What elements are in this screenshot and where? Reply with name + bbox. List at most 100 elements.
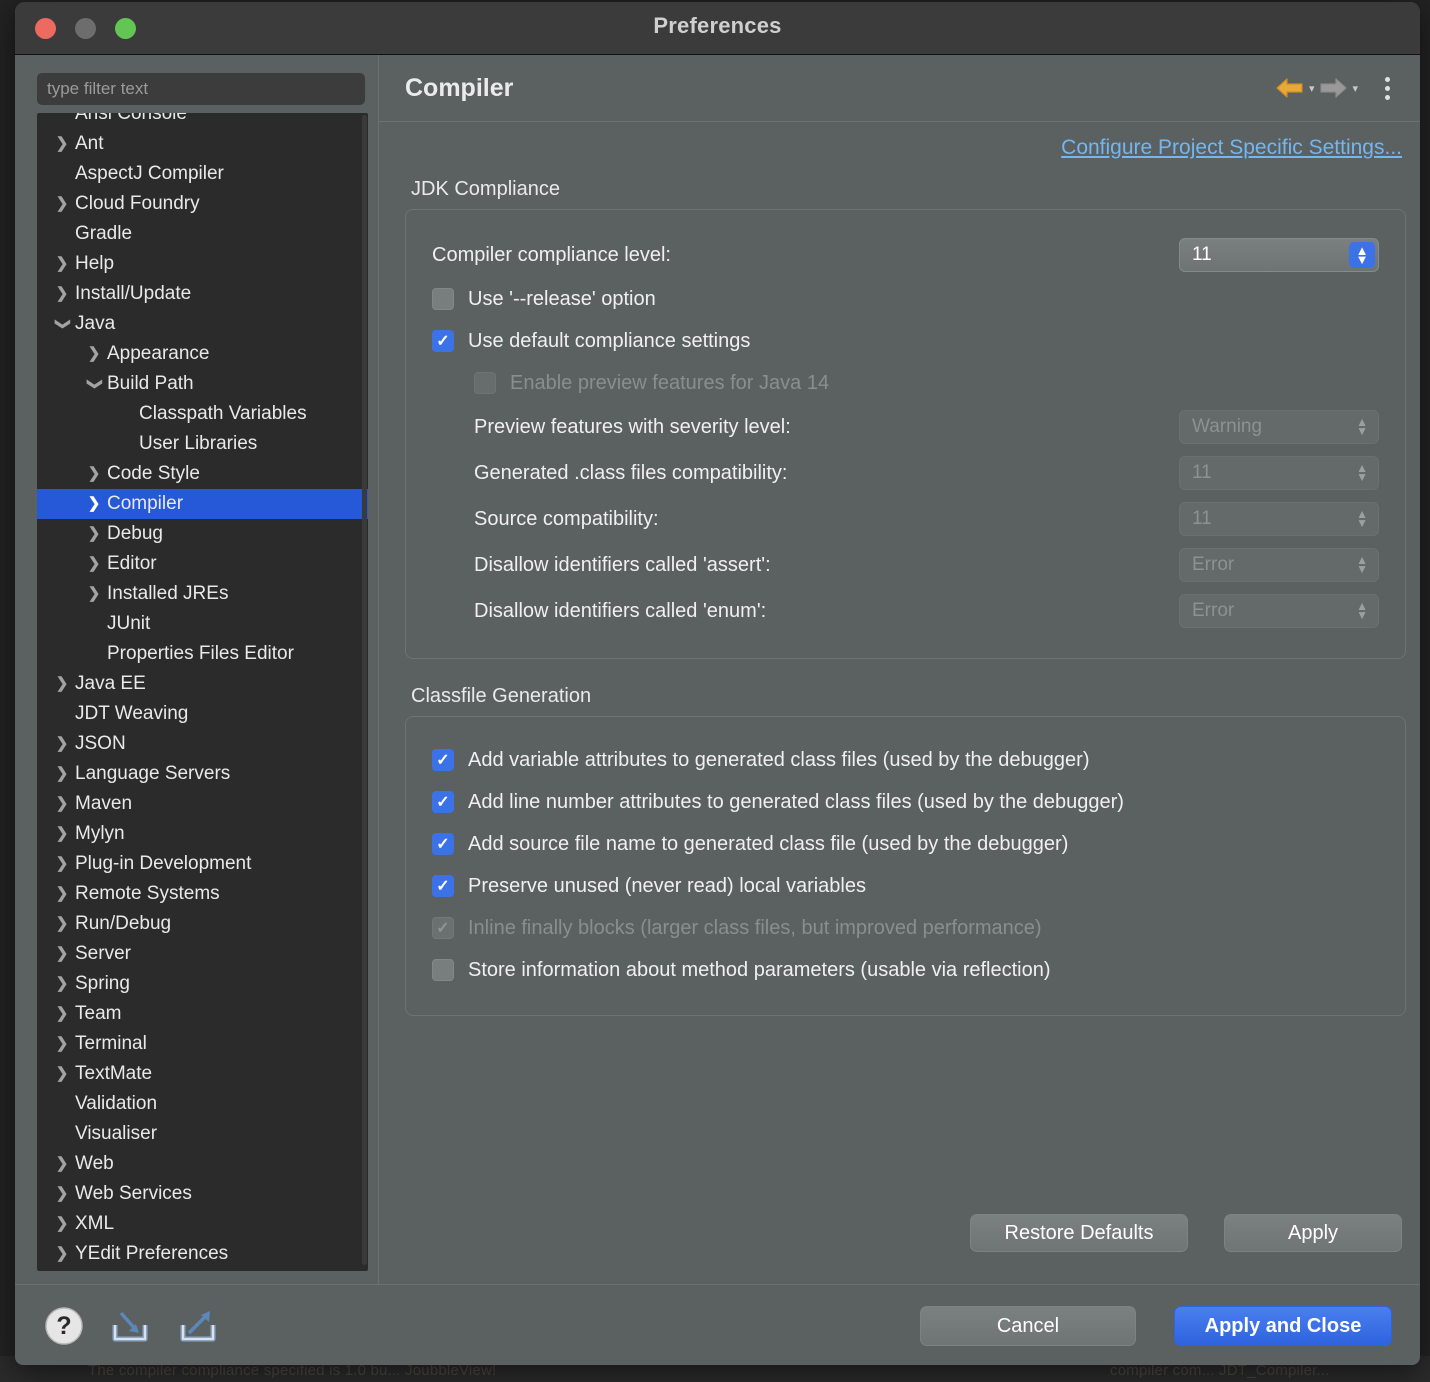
configure-project-specific-settings-link[interactable]: Configure Project Specific Settings... [1061, 136, 1402, 159]
chevron-right-icon[interactable] [49, 1239, 75, 1269]
chevron-right-icon[interactable] [81, 489, 107, 519]
sidebar-item-ansi-console[interactable]: Ansi Console [37, 113, 368, 129]
chevron-right-icon[interactable] [49, 279, 75, 309]
chevron-right-icon[interactable] [49, 249, 75, 279]
classfile-option-row[interactable]: Store information about method parameter… [432, 949, 1379, 991]
chevron-right-icon[interactable] [49, 789, 75, 819]
preferences-tree[interactable]: Ansi Console Ant AspectJ Compiler Cloud Fou… [37, 113, 368, 1271]
sidebar-item-gradle[interactable]: Gradle [37, 219, 368, 249]
sidebar-item-validation[interactable]: Validation [37, 1089, 368, 1119]
sidebar-item-xml[interactable]: XML [37, 1209, 368, 1239]
import-arrow-icon[interactable] [107, 1305, 153, 1347]
sidebar-item-appearance[interactable]: Appearance [37, 339, 368, 369]
sidebar-item-java[interactable]: Java [37, 309, 368, 339]
classfile-option-row[interactable]: ✓ Preserve unused (never read) local vari… [432, 865, 1379, 907]
sidebar-item-visualiser[interactable]: Visualiser [37, 1119, 368, 1149]
sidebar-item-remote-systems[interactable]: Remote Systems [37, 879, 368, 909]
back-button[interactable]: ▾ [1275, 76, 1315, 100]
sidebar-item-classpath-variables[interactable]: Classpath Variables [37, 399, 368, 429]
sidebar-item-properties-files-editor[interactable]: Properties Files Editor [37, 639, 368, 669]
kebab-menu-icon[interactable] [1376, 73, 1398, 103]
sidebar-item-team[interactable]: Team [37, 999, 368, 1029]
chevron-down-icon[interactable] [81, 369, 107, 399]
use-default-compliance-checkbox[interactable]: ✓ [432, 330, 454, 352]
sidebar-item-json[interactable]: JSON [37, 729, 368, 759]
classfile-option-row[interactable]: ✓ Add line number attributes to generated… [432, 781, 1379, 823]
chevron-right-icon[interactable] [49, 879, 75, 909]
sidebar-item-maven[interactable]: Maven [37, 789, 368, 819]
sidebar-item-aspectj-compiler[interactable]: AspectJ Compiler [37, 159, 368, 189]
chevron-right-icon[interactable] [81, 459, 107, 489]
chevron-right-icon[interactable] [81, 579, 107, 609]
export-arrow-icon[interactable] [175, 1305, 221, 1347]
restore-defaults-button[interactable]: Restore Defaults [970, 1214, 1188, 1252]
sidebar-item-spring[interactable]: Spring [37, 969, 368, 999]
cancel-button[interactable]: Cancel [920, 1306, 1136, 1346]
chevron-right-icon[interactable] [49, 1209, 75, 1239]
chevron-right-icon[interactable] [49, 849, 75, 879]
classfile-option-row[interactable]: ✓ Add variable attributes to generated cl… [432, 739, 1379, 781]
chevron-right-icon[interactable] [49, 999, 75, 1029]
back-dropdown-caret[interactable]: ▾ [1309, 82, 1315, 95]
chevron-right-icon[interactable] [49, 729, 75, 759]
sidebar-item-code-style[interactable]: Code Style [37, 459, 368, 489]
sidebar-item-web[interactable]: Web [37, 1149, 368, 1179]
chevron-right-icon[interactable] [49, 909, 75, 939]
use-release-option-row[interactable]: Use '--release' option [432, 278, 1379, 320]
sidebar-item-terminal[interactable]: Terminal [37, 1029, 368, 1059]
chevron-right-icon[interactable] [49, 969, 75, 999]
forward-button[interactable]: ▾ [1318, 76, 1358, 100]
sidebar-item-web-services[interactable]: Web Services [37, 1179, 368, 1209]
chevron-right-icon[interactable] [81, 549, 107, 579]
classfile-option-checkbox[interactable]: ✓ [432, 749, 454, 771]
sidebar-item-yedit-preferences[interactable]: YEdit Preferences [37, 1239, 368, 1269]
chevron-right-icon[interactable] [49, 1179, 75, 1209]
use-default-compliance-row[interactable]: ✓ Use default compliance settings [432, 320, 1379, 362]
classfile-option-checkbox[interactable]: ✓ [432, 791, 454, 813]
apply-and-close-button[interactable]: Apply and Close [1174, 1306, 1392, 1346]
sidebar-item-mylyn[interactable]: Mylyn [37, 819, 368, 849]
sidebar-item-jdt-weaving[interactable]: JDT Weaving [37, 699, 368, 729]
sidebar-item-compiler[interactable]: Compiler [37, 489, 368, 519]
sidebar-item-run-debug[interactable]: Run/Debug [37, 909, 368, 939]
sidebar-item-help[interactable]: Help [37, 249, 368, 279]
chevron-right-icon[interactable] [49, 189, 75, 219]
sidebar-item-build-path[interactable]: Build Path [37, 369, 368, 399]
chevron-right-icon[interactable] [81, 339, 107, 369]
sidebar-item-user-libraries[interactable]: User Libraries [37, 429, 368, 459]
classfile-option-checkbox[interactable] [432, 959, 454, 981]
sidebar-item-ant[interactable]: Ant [37, 129, 368, 159]
apply-button[interactable]: Apply [1224, 1214, 1402, 1252]
sidebar-item-editor[interactable]: Editor [37, 549, 368, 579]
chevron-right-icon[interactable] [49, 759, 75, 789]
chevron-down-icon[interactable] [49, 309, 75, 339]
chevron-right-icon[interactable] [49, 1029, 75, 1059]
forward-dropdown-caret[interactable]: ▾ [1352, 82, 1358, 95]
sidebar-item-plug-in-development[interactable]: Plug-in Development [37, 849, 368, 879]
tree-scrollbar[interactable] [362, 115, 367, 1265]
sidebar-item-install-update[interactable]: Install/Update [37, 279, 368, 309]
sidebar-item-debug[interactable]: Debug [37, 519, 368, 549]
sidebar-item-junit[interactable]: JUnit [37, 609, 368, 639]
classfile-option-row[interactable]: ✓ Add source file name to generated class… [432, 823, 1379, 865]
sidebar-item-installed-jres[interactable]: Installed JREs [37, 579, 368, 609]
classfile-option-checkbox[interactable]: ✓ [432, 833, 454, 855]
chevron-right-icon[interactable] [49, 1059, 75, 1089]
sidebar-item-server[interactable]: Server [37, 939, 368, 969]
sidebar-item-cloud-foundry[interactable]: Cloud Foundry [37, 189, 368, 219]
compliance-level-select[interactable]: 11 ▲ ▼ [1179, 238, 1379, 272]
sidebar-item-textmate[interactable]: TextMate [37, 1059, 368, 1089]
chevron-right-icon[interactable] [81, 519, 107, 549]
sidebar-item-language-servers[interactable]: Language Servers [37, 759, 368, 789]
compliance-level-stepper-icon[interactable]: ▲ ▼ [1349, 242, 1375, 268]
classfile-option-checkbox[interactable]: ✓ [432, 875, 454, 897]
chevron-right-icon[interactable] [49, 129, 75, 159]
chevron-right-icon[interactable] [49, 819, 75, 849]
sidebar-item-java-ee[interactable]: Java EE [37, 669, 368, 699]
chevron-right-icon[interactable] [49, 939, 75, 969]
chevron-right-icon[interactable] [49, 669, 75, 699]
filter-input[interactable] [37, 73, 365, 105]
use-release-option-checkbox[interactable] [432, 288, 454, 310]
help-question-icon[interactable]: ? [43, 1305, 85, 1347]
chevron-right-icon[interactable] [49, 1149, 75, 1179]
